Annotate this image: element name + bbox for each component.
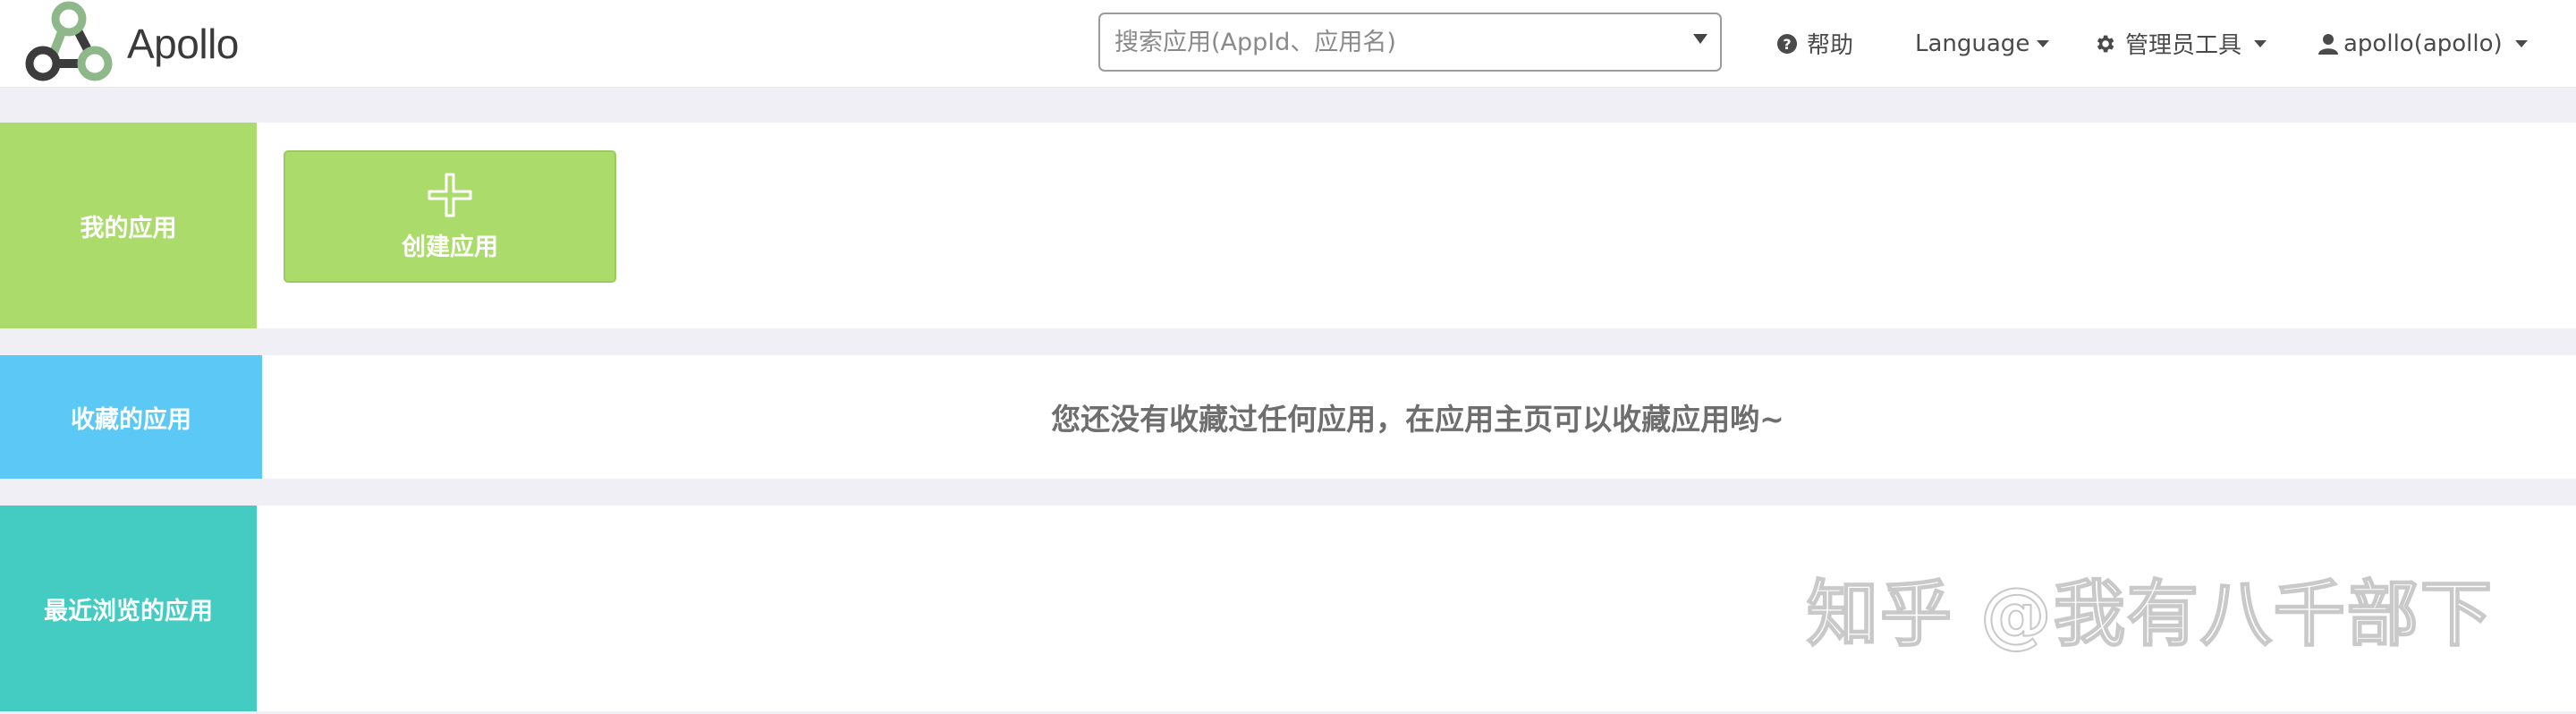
create-app-label: 创建应用 <box>402 233 498 261</box>
caret-down-icon <box>2037 39 2050 47</box>
plus-icon <box>428 173 472 217</box>
top-navbar: Apollo ? 帮助 Language 管理员工具 <box>0 0 2576 88</box>
user-icon <box>2318 33 2338 55</box>
admin-tools-dropdown[interactable]: 管理员工具 <box>2093 0 2267 87</box>
admin-tools-label: 管理员工具 <box>2125 32 2242 59</box>
create-app-button[interactable]: 创建应用 <box>284 150 616 283</box>
language-dropdown[interactable]: Language <box>1915 0 2050 87</box>
watermark: 知乎 @我有八千部下 <box>1806 572 2494 657</box>
caret-down-icon <box>2254 39 2267 47</box>
my-apps-section: 我的应用 创建应用 <box>0 123 2576 328</box>
caret-down-icon[interactable] <box>1693 34 1707 44</box>
favorites-section: 收藏的应用 您还没有收藏过任何应用，在应用主页可以收藏应用哟~ <box>0 355 2576 479</box>
favorites-empty-message: 您还没有收藏过任何应用，在应用主页可以收藏应用哟~ <box>1051 402 1784 437</box>
caret-down-icon <box>2514 39 2528 47</box>
my-apps-label: 我的应用 <box>0 123 257 328</box>
help-link[interactable]: ? 帮助 <box>1776 0 1853 87</box>
user-label: apollo(apollo) <box>2343 30 2503 57</box>
svg-text:?: ? <box>1783 36 1791 53</box>
search-input[interactable] <box>1100 14 1669 70</box>
user-dropdown[interactable]: apollo(apollo) <box>2318 0 2528 87</box>
language-label: Language <box>1915 30 2030 57</box>
question-circle-icon: ? <box>1776 33 1798 55</box>
apollo-logo-icon <box>23 1 114 87</box>
gear-icon <box>2093 32 2116 55</box>
help-label: 帮助 <box>1807 32 1854 59</box>
recent-label: 最近浏览的应用 <box>0 506 257 711</box>
app-search[interactable] <box>1098 13 1722 72</box>
brand-logo[interactable]: Apollo <box>23 0 239 87</box>
brand-name: Apollo <box>127 20 239 67</box>
favorites-label: 收藏的应用 <box>0 355 262 479</box>
